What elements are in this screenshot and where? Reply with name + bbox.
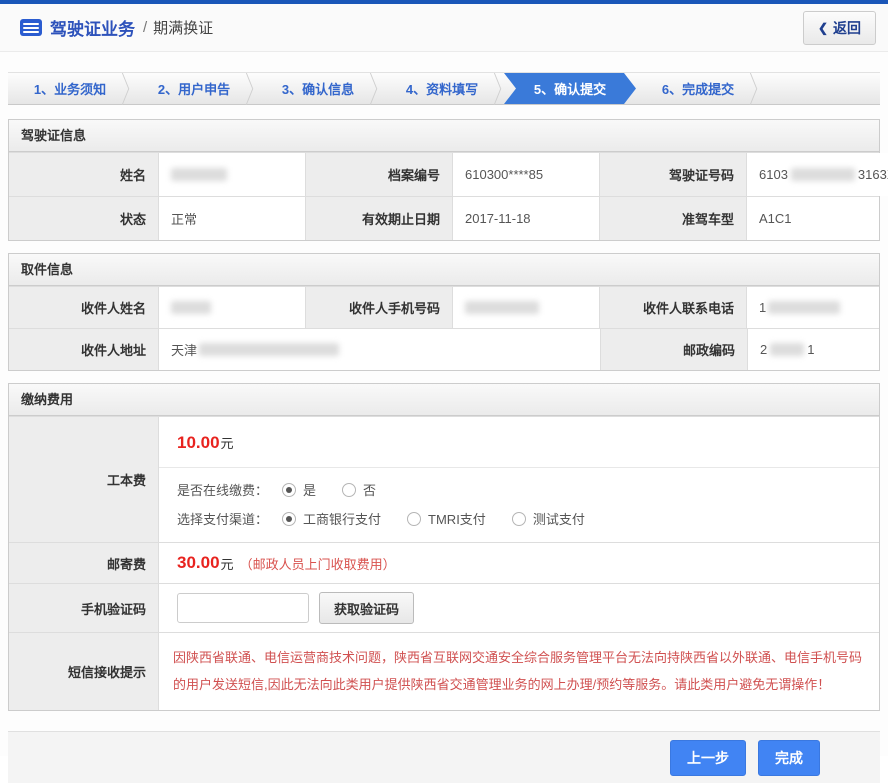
vehicle-label: 准驾车型 (600, 197, 747, 240)
page: 驾驶证业务 / 期满换证 ❮ 返回 1、业务须知 2、用户申告 3、确认信息 4… (0, 0, 888, 756)
sms-code-label: 手机验证码 (9, 584, 159, 632)
status-value: 正常 (159, 197, 306, 240)
radio-unselected-icon (407, 512, 421, 526)
sms-tip-label: 短信接收提示 (9, 633, 159, 710)
table-row: 姓名 档案编号 610300****85 驾驶证号码 6103 3163X (9, 152, 879, 196)
recipient-name-label: 收件人姓名 (9, 287, 159, 328)
postage-value: 30.00元 （邮政人员上门收取费用） (159, 543, 879, 583)
sms-code-area: 获取验证码 (159, 584, 879, 632)
channel-tmri-radio[interactable]: TMRI支付 (407, 509, 486, 528)
redacted-recipient-mobile (465, 301, 539, 314)
sms-tip-row: 短信接收提示 因陕西省联通、电信运营商技术问题，陕西省互联网交通安全综合服务管理… (9, 632, 879, 710)
step-wizard: 1、业务须知 2、用户申告 3、确认信息 4、资料填写 5、确认提交 6、完成提… (8, 72, 880, 105)
status-label: 状态 (9, 197, 159, 240)
step-1-business-notice[interactable]: 1、业务须知 (8, 73, 132, 104)
license-no-value: 6103 3163X (747, 153, 888, 196)
channel-caption: 选择支付渠道： (177, 509, 268, 528)
postcode-value: 2 1 (748, 329, 879, 370)
fees-title: 缴纳费用 (9, 384, 879, 416)
page-title: 驾驶证业务 (50, 15, 135, 40)
postage-fee-row: 邮寄费 30.00元 （邮政人员上门收取费用） (9, 542, 879, 583)
header: 驾驶证业务 / 期满换证 ❮ 返回 (0, 4, 888, 52)
step-6-finish-submit[interactable]: 6、完成提交 (636, 73, 760, 104)
address-label: 收件人地址 (9, 329, 159, 370)
name-label: 姓名 (9, 153, 159, 196)
file-no-label: 档案编号 (306, 153, 453, 196)
license-list-icon (20, 19, 42, 36)
recipient-name-value (159, 287, 306, 328)
radio-unselected-icon (342, 483, 356, 497)
breadcrumb-current: 期满换证 (153, 17, 213, 38)
online-pay-yes-radio[interactable]: 是 (282, 480, 316, 499)
pickup-info-title: 取件信息 (9, 254, 879, 286)
postage-label: 邮寄费 (9, 543, 159, 583)
get-code-button[interactable]: 获取验证码 (319, 592, 414, 624)
recipient-phone-value: 1 (747, 287, 879, 328)
yuan-unit: 元 (221, 436, 234, 451)
payment-options: 是否在线缴费： 是 否 选择支付渠道： (159, 468, 879, 542)
production-fee-content: 10.00元 是否在线缴费： 是 否 (159, 417, 879, 542)
redacted-license-no (791, 168, 855, 181)
redacted-postcode (770, 343, 804, 356)
production-fee-amount-line: 10.00元 (159, 417, 879, 468)
expiry-value: 2017-11-18 (453, 197, 600, 240)
expiry-label: 有效期止日期 (306, 197, 453, 240)
sms-code-input[interactable] (177, 593, 309, 623)
step-bar-filler (760, 73, 880, 104)
production-fee-row: 工本费 10.00元 是否在线缴费： 是 否 (9, 416, 879, 542)
redacted-name (171, 168, 227, 181)
license-info-section: 驾驶证信息 姓名 档案编号 610300****85 驾驶证号码 6103 31… (8, 119, 880, 241)
license-no-label: 驾驶证号码 (600, 153, 747, 196)
footer-action-bar: 上一步 完成 (8, 731, 880, 783)
sms-code-row: 手机验证码 获取验证码 (9, 583, 879, 632)
yuan-unit: 元 (221, 554, 234, 573)
radio-unselected-icon (512, 512, 526, 526)
radio-selected-icon (282, 512, 296, 526)
channel-test-radio[interactable]: 测试支付 (512, 509, 585, 528)
previous-step-button[interactable]: 上一步 (670, 740, 746, 776)
back-button[interactable]: ❮ 返回 (803, 11, 876, 45)
step-2-user-declaration[interactable]: 2、用户申告 (132, 73, 256, 104)
license-info-title: 驾驶证信息 (9, 120, 879, 152)
pickup-info-section: 取件信息 收件人姓名 收件人手机号码 收件人联系电话 1 收件人地址 天津 邮政… (8, 253, 880, 371)
postage-note: （邮政人员上门收取费用） (240, 554, 396, 573)
step-3-confirm-info[interactable]: 3、确认信息 (256, 73, 380, 104)
redacted-recipient-name (171, 301, 211, 314)
table-row: 收件人姓名 收件人手机号码 收件人联系电话 1 (9, 286, 879, 328)
postcode-label: 邮政编码 (601, 329, 748, 370)
online-pay-no-radio[interactable]: 否 (342, 480, 376, 499)
online-pay-line: 是否在线缴费： 是 否 (177, 480, 879, 499)
production-fee-amount: 10.00 (177, 433, 220, 452)
channel-line: 选择支付渠道： 工商银行支付 TMRI支付 测试支付 (177, 509, 879, 528)
sms-tip-area: 因陕西省联通、电信运营商技术问题，陕西省互联网交通安全综合服务管理平台无法向持陕… (159, 633, 879, 710)
recipient-phone-label: 收件人联系电话 (600, 287, 747, 328)
file-no-value: 610300****85 (453, 153, 600, 196)
redacted-address (199, 343, 339, 356)
fees-section: 缴纳费用 工本费 10.00元 是否在线缴费： 是 (8, 383, 880, 711)
step-4-fill-data[interactable]: 4、资料填写 (380, 73, 504, 104)
online-pay-caption: 是否在线缴费： (177, 480, 268, 499)
radio-selected-icon (282, 483, 296, 497)
redacted-recipient-phone (768, 301, 840, 314)
vehicle-value: A1C1 (747, 197, 879, 240)
back-button-label: 返回 (833, 18, 861, 38)
table-row: 收件人地址 天津 邮政编码 2 1 (9, 328, 879, 370)
step-5-confirm-submit[interactable]: 5、确认提交 (504, 73, 636, 104)
breadcrumb-separator: / (143, 19, 147, 36)
production-fee-label: 工本费 (9, 417, 159, 542)
postage-amount: 30.00 (177, 553, 220, 573)
recipient-mobile-label: 收件人手机号码 (306, 287, 453, 328)
back-chevron-icon: ❮ (818, 21, 828, 35)
address-value: 天津 (159, 329, 601, 370)
table-row: 状态 正常 有效期止日期 2017-11-18 准驾车型 A1C1 (9, 196, 879, 240)
recipient-mobile-value (453, 287, 600, 328)
channel-icbc-radio[interactable]: 工商银行支付 (282, 509, 381, 528)
finish-button[interactable]: 完成 (758, 740, 820, 776)
name-value (159, 153, 306, 196)
sms-tip-text: 因陕西省联通、电信运营商技术问题，陕西省互联网交通安全综合服务管理平台无法向持陕… (159, 633, 879, 710)
